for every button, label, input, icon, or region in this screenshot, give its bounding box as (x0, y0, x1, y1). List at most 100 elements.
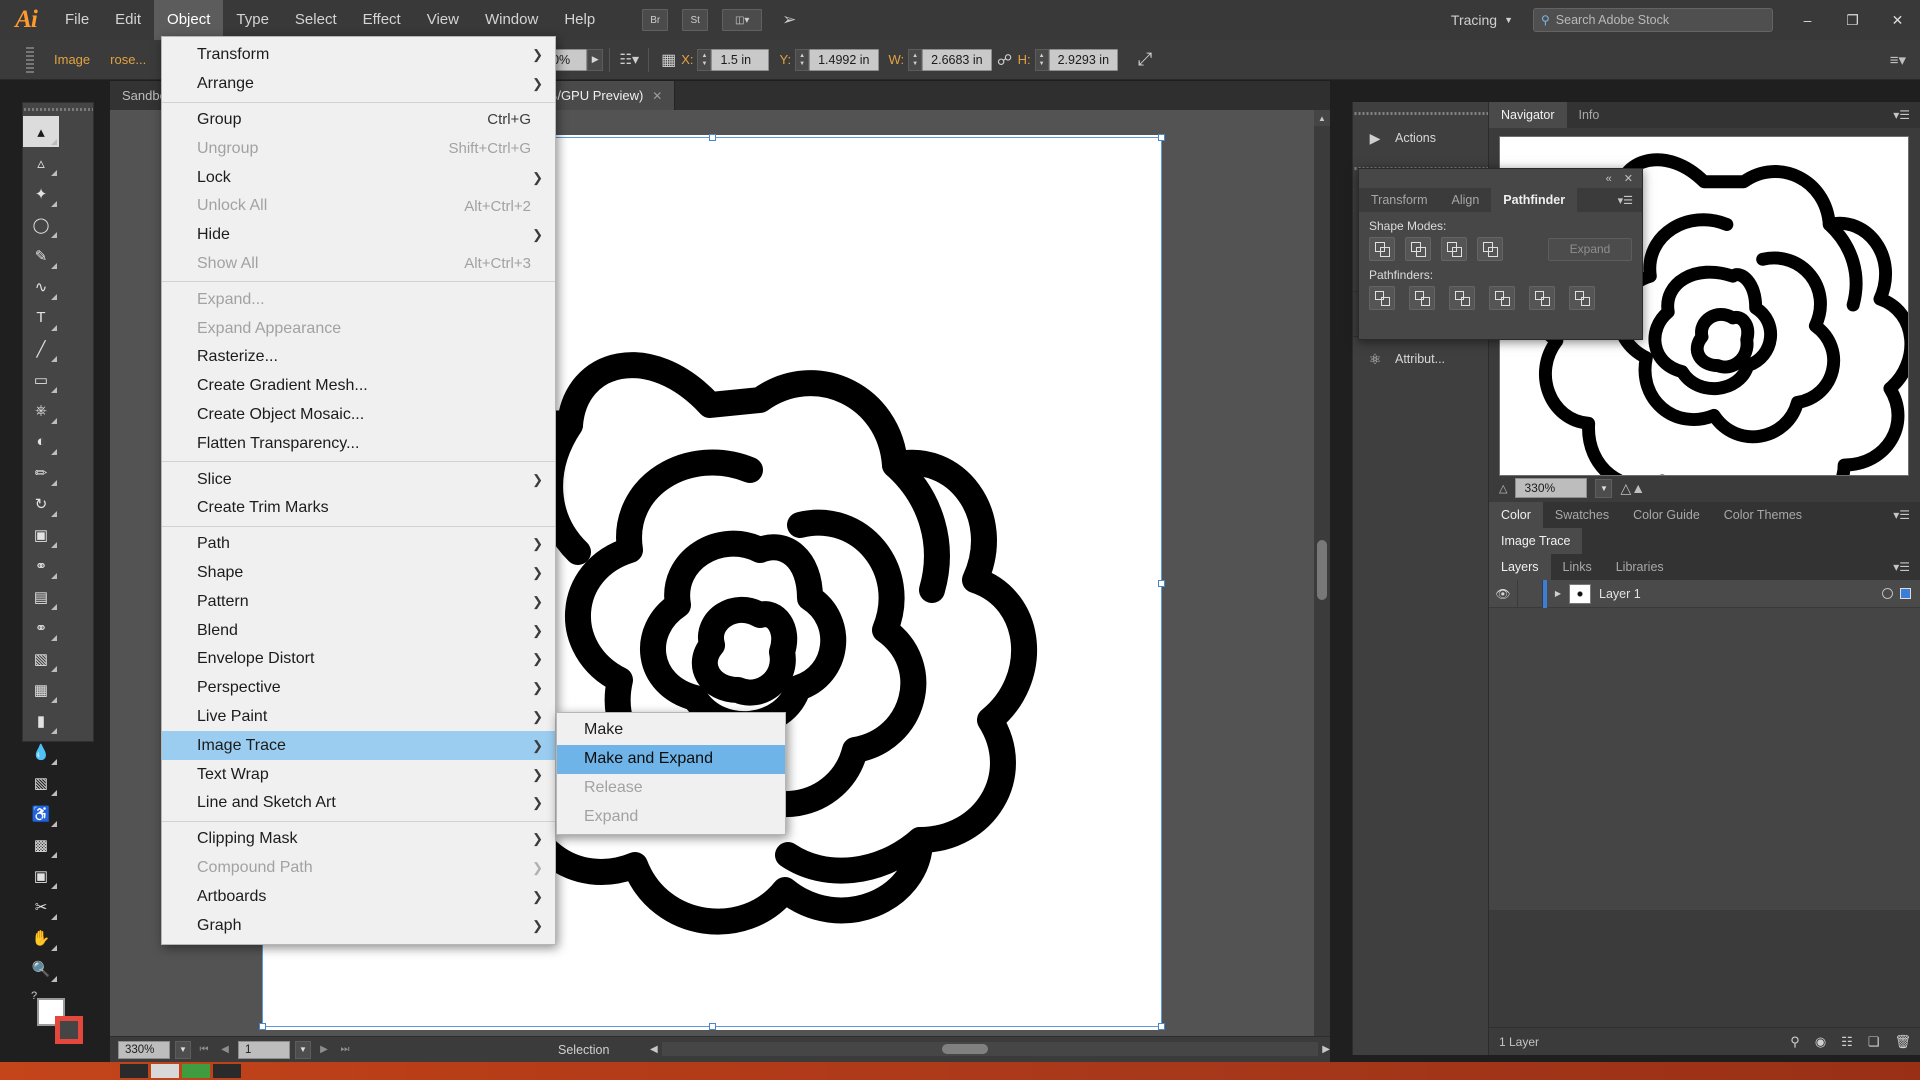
create-new-layer-icon[interactable]: ❏ (1868, 1034, 1880, 1050)
reference-point-icon[interactable]: ▦ (655, 48, 681, 72)
first-artboard-icon[interactable]: ⏮ (196, 1044, 212, 1055)
tab-layers[interactable]: Layers (1489, 554, 1551, 580)
object-menu-item-envelope-distort[interactable]: Envelope Distort ❯ (162, 645, 555, 674)
tool-shape-builder[interactable]: ⚭ (23, 612, 59, 643)
menu-effect[interactable]: Effect (350, 0, 414, 40)
canvas-horizontal-scrollbar[interactable]: ◀ ▶ (650, 1036, 1330, 1062)
close-icon[interactable]: ✕ (1624, 172, 1633, 185)
menu-file[interactable]: File (52, 0, 102, 40)
canvas-vertical-scrollbar[interactable]: ▲ ▼ (1314, 110, 1330, 1055)
opacity-caret[interactable]: ▶ (587, 48, 604, 71)
layer-target-icon[interactable] (1882, 588, 1893, 599)
taskbar-item[interactable] (182, 1064, 210, 1078)
tool-pencil[interactable]: ✏ (23, 457, 59, 488)
menu-edit[interactable]: Edit (102, 0, 154, 40)
tab-color-themes[interactable]: Color Themes (1711, 502, 1815, 528)
tab-navigator[interactable]: Navigator (1489, 102, 1567, 128)
y-stepper[interactable]: ▲ ▼ (795, 48, 810, 71)
close-tab-icon[interactable]: ✕ (652, 89, 662, 103)
stock-search-input[interactable]: ⚲ Search Adobe Stock (1533, 8, 1773, 32)
status-zoom-caret[interactable]: ▼ (175, 1040, 191, 1059)
table-row[interactable]: 👁 ▶ Layer 1 (1489, 579, 1920, 608)
object-menu-item-line-and-sketch-art[interactable]: Line and Sketch Art ❯ (162, 789, 555, 818)
tool-free-transform[interactable]: ▤ (23, 581, 59, 612)
tool-pen[interactable]: ✎ (23, 240, 59, 271)
unite-button[interactable] (1369, 237, 1395, 261)
taskbar-item[interactable] (120, 1064, 148, 1078)
image-trace-submenu-item-make-and-expand[interactable]: Make and Expand (557, 744, 785, 774)
tool-gradient[interactable]: ▮ (23, 705, 59, 736)
outline-button[interactable] (1529, 286, 1555, 310)
tab-transform[interactable]: Transform (1359, 188, 1440, 212)
tool-paintbrush[interactable]: ⎈ (23, 395, 59, 426)
close-button[interactable]: ✕ (1875, 0, 1920, 40)
object-menu-item-perspective[interactable]: Perspective ❯ (162, 674, 555, 703)
lock-proportions-icon[interactable]: ☍ (992, 48, 1018, 72)
tab-info[interactable]: Info (1566, 102, 1612, 128)
tab-color[interactable]: Color (1489, 502, 1543, 528)
object-menu-item-flatten-transparency[interactable]: Flatten Transparency... (162, 429, 555, 458)
locate-object-icon[interactable]: ⚲ (1790, 1034, 1800, 1050)
object-menu-item-slice[interactable]: Slice ❯ (162, 465, 555, 494)
scroll-up-arrow[interactable]: ▲ (1314, 110, 1330, 126)
minus-front-button[interactable] (1405, 237, 1431, 261)
tab-color-guide[interactable]: Color Guide (1621, 502, 1712, 528)
layer-expand-arrow-icon[interactable]: ▶ (1547, 589, 1569, 598)
transform-handles-icon[interactable]: ⤢ (1132, 48, 1158, 72)
control-bar-grip[interactable] (26, 46, 34, 73)
tool-rectangle[interactable]: ▭ (23, 364, 59, 395)
tool-hand[interactable]: ✋ (23, 922, 59, 953)
delete-layer-icon[interactable]: 🗑 (1894, 1034, 1911, 1050)
layer-select-indicator[interactable] (1900, 588, 1911, 599)
zoom-out-icon[interactable]: △ (1499, 482, 1507, 495)
tab-swatches[interactable]: Swatches (1542, 502, 1622, 528)
color-panel-menu-icon[interactable]: ▾☰ (1883, 502, 1920, 528)
tab-links[interactable]: Links (1550, 554, 1604, 580)
pathfinder-title-bar[interactable]: « ✕ (1359, 169, 1642, 188)
collapse-icon[interactable]: « (1606, 173, 1612, 185)
status-zoom-field[interactable]: 330% (118, 1040, 170, 1059)
object-menu-item-rasterize[interactable]: Rasterize... (162, 343, 555, 372)
control-bar-overflow-icon[interactable]: ≡▾ (1890, 51, 1906, 69)
object-menu-item-text-wrap[interactable]: Text Wrap ❯ (162, 760, 555, 789)
object-menu-item-create-gradient-mesh[interactable]: Create Gradient Mesh... (162, 372, 555, 401)
object-menu-item-graph[interactable]: Graph ❯ (162, 911, 555, 940)
menu-help[interactable]: Help (551, 0, 608, 40)
bridge-icon[interactable]: Br (642, 9, 669, 31)
layer-lock-toggle[interactable] (1517, 579, 1543, 608)
taskbar-item[interactable] (151, 1064, 179, 1078)
layer-name[interactable]: Layer 1 (1599, 587, 1641, 601)
h-stepper[interactable]: ▲ ▼ (1034, 48, 1049, 71)
scroll-thumb[interactable] (1317, 540, 1327, 600)
pathfinder-expand-button[interactable]: Expand (1548, 237, 1632, 261)
zoom-in-icon[interactable]: △▲ (1620, 480, 1645, 497)
object-menu-item-hide[interactable]: Hide ❯ (162, 221, 555, 250)
object-menu-item-shape[interactable]: Shape ❯ (162, 559, 555, 588)
menu-type[interactable]: Type (223, 0, 282, 40)
x-field[interactable]: 1.5 in (711, 48, 770, 71)
hscroll-thumb[interactable] (941, 1044, 988, 1054)
minimize-button[interactable]: – (1785, 0, 1830, 40)
tool-curvature[interactable]: ∿ (23, 271, 59, 302)
tool-perspective-grid[interactable]: ▧ (23, 643, 59, 674)
tool-zoom[interactable]: 🔍 (23, 953, 59, 984)
last-artboard-icon[interactable]: ⏭ (337, 1044, 353, 1055)
pathfinder-panel-menu-icon[interactable]: ▾☰ (1618, 188, 1642, 212)
tool-eyedropper[interactable]: 💧 (23, 736, 59, 767)
layers-panel-menu-icon[interactable]: ▾☰ (1883, 554, 1920, 580)
object-menu-item-create-object-mosaic[interactable]: Create Object Mosaic... (162, 401, 555, 430)
navigator-zoom-field[interactable]: 330% (1515, 478, 1588, 498)
tool-slice[interactable]: ✂ (23, 891, 59, 922)
make-clipping-mask-icon[interactable]: ◉ (1815, 1034, 1826, 1050)
arrange-documents-icon[interactable]: ◫▾ (722, 9, 763, 31)
tool-artboard[interactable]: ▣ (23, 860, 59, 891)
maximize-button[interactable]: ❐ (1830, 0, 1875, 40)
object-menu-item-clipping-mask[interactable]: Clipping Mask ❯ (162, 825, 555, 854)
object-menu-item-create-trim-marks[interactable]: Create Trim Marks (162, 494, 555, 523)
w-field[interactable]: 2.6683 in (922, 48, 992, 71)
navigator-zoom-caret[interactable]: ▼ (1595, 478, 1613, 498)
object-menu-item-pattern[interactable]: Pattern ❯ (162, 587, 555, 616)
tool-blend[interactable]: ▧ (23, 767, 59, 798)
tool-line-segment[interactable]: ╱ (23, 333, 59, 364)
h-field[interactable]: 2.9293 in (1048, 48, 1119, 71)
